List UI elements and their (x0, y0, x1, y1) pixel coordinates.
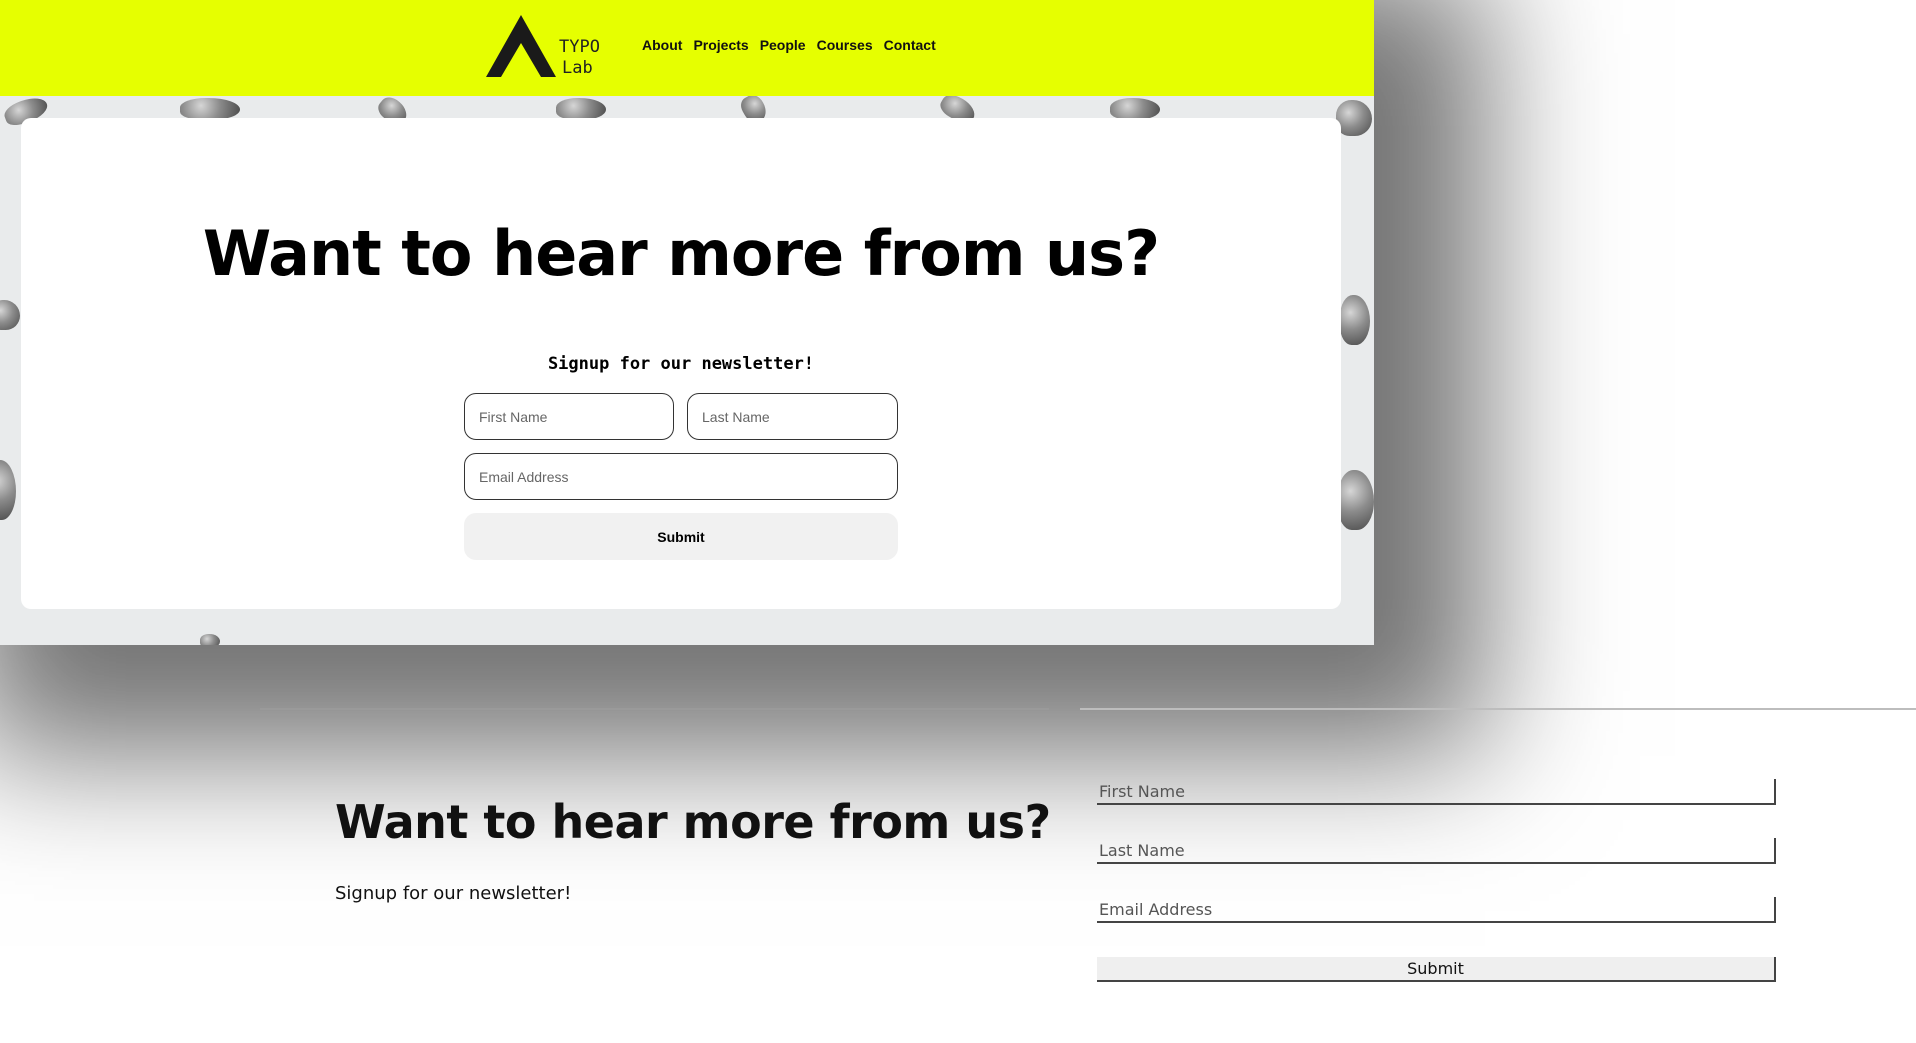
plain-newsletter-heading: Want to hear more from us? (335, 795, 1051, 849)
newsletter-card: Want to hear more from us? Signup for ou… (21, 118, 1341, 609)
brand-wordmark[interactable]: TYPO Lab (559, 37, 619, 79)
nav-link-people[interactable]: People (760, 37, 806, 53)
rock-decoration (1340, 295, 1370, 345)
nav-link-courses[interactable]: Courses (817, 37, 873, 53)
first-name-field[interactable] (464, 393, 674, 440)
plain-submit-button[interactable]: Submit (1097, 957, 1776, 982)
brand-line-2: Lab (562, 58, 593, 78)
newsletter-heading: Want to hear more from us? (202, 217, 1160, 290)
last-name-field[interactable] (687, 393, 898, 440)
plain-newsletter-subheading: Signup for our newsletter! (335, 883, 572, 904)
plain-last-name-field[interactable] (1097, 838, 1776, 864)
rock-decoration (1110, 98, 1160, 120)
top-website-screenshot: TYPO Lab About Projects People Courses C… (0, 0, 1374, 645)
top-navbar: TYPO Lab About Projects People Courses C… (0, 0, 1374, 96)
nav-link-projects[interactable]: Projects (693, 37, 748, 53)
rock-decoration (180, 98, 240, 120)
plain-email-field[interactable] (1097, 897, 1776, 923)
plain-first-name-field[interactable] (1097, 779, 1776, 805)
main-nav: About Projects People Courses Contact (642, 37, 936, 53)
email-field[interactable] (464, 453, 898, 500)
newsletter-subheading: Signup for our newsletter! (547, 354, 815, 374)
rock-decoration (0, 460, 16, 520)
brand-line-1: TYPO (559, 37, 600, 57)
submit-button[interactable]: Submit (464, 513, 898, 560)
divider-line (1080, 708, 1916, 710)
rock-decoration (1338, 470, 1374, 530)
nav-link-contact[interactable]: Contact (884, 37, 936, 53)
rock-decoration (556, 98, 606, 120)
rock-decoration (0, 300, 20, 330)
divider-line (260, 708, 1049, 710)
typo-lab-logo-icon[interactable] (486, 15, 556, 77)
rock-decoration (1336, 100, 1372, 136)
nav-link-about[interactable]: About (642, 37, 682, 53)
rock-decoration (200, 634, 220, 645)
